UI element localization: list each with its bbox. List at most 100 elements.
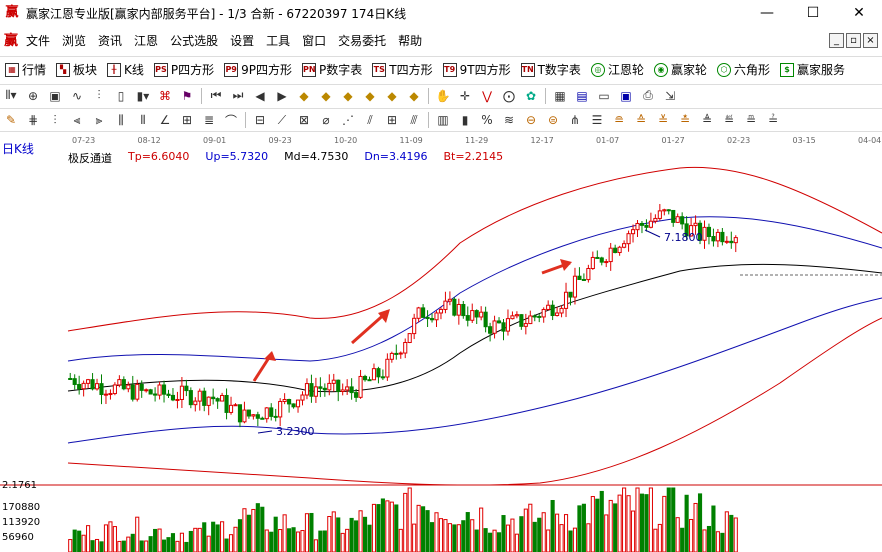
- pattern-icon[interactable]: ⌘: [154, 86, 176, 106]
- diamond-5-icon[interactable]: ◆: [381, 86, 403, 106]
- zoom-icon[interactable]: ⊕: [22, 86, 44, 106]
- crosshair-icon[interactable]: ✛: [454, 86, 476, 106]
- last-icon[interactable]: ⏭: [227, 86, 249, 106]
- menu-gann[interactable]: 江恩: [128, 30, 164, 52]
- cycle-2-icon[interactable]: ⊜: [542, 110, 564, 130]
- chart-type-icon[interactable]: ⫴▾: [0, 86, 22, 106]
- candle-icon[interactable]: ▯: [110, 86, 132, 106]
- diamond-6-icon[interactable]: ◆: [403, 86, 425, 106]
- fan-3-icon[interactable]: ⫸: [88, 110, 110, 130]
- data-icon[interactable]: ▤: [571, 86, 593, 106]
- volume-bar: [175, 540, 180, 552]
- line-fan-icon[interactable]: ⟋: [271, 110, 293, 130]
- diamond-4-icon[interactable]: ◆: [359, 86, 381, 106]
- palette-icon[interactable]: ✿: [520, 86, 542, 106]
- angle-icon[interactable]: ∠: [154, 110, 176, 130]
- steps-3-icon[interactable]: ≚: [652, 110, 674, 130]
- close-button[interactable]: ✕: [836, 0, 882, 26]
- bar-chart-icon[interactable]: ▮: [454, 110, 476, 130]
- menu-formula[interactable]: 公式选股: [164, 30, 224, 52]
- steps-8-icon[interactable]: ≟: [762, 110, 784, 130]
- save-icon[interactable]: ▣: [615, 86, 637, 106]
- toolbar-gann-wheel-button[interactable]: ◎ 江恩轮: [586, 58, 649, 82]
- fan-5-icon[interactable]: ⫴: [132, 110, 154, 130]
- toolbar-9p-square-button[interactable]: P9 9P四方形: [219, 58, 297, 82]
- first-icon[interactable]: ⏮: [205, 86, 227, 106]
- steps-1-icon[interactable]: ≘: [608, 110, 630, 130]
- calendar2-icon[interactable]: ▦: [549, 86, 571, 106]
- bars-icon[interactable]: ⫶: [88, 86, 110, 106]
- menu-tools[interactable]: 工具: [260, 30, 296, 52]
- menu-browse[interactable]: 浏览: [56, 30, 92, 52]
- toolbar-p-number-button[interactable]: PN P数字表: [297, 58, 367, 82]
- steps-5-icon[interactable]: ≜: [696, 110, 718, 130]
- mdi-restore-button[interactable]: ▫: [846, 33, 861, 48]
- candle-menu-icon[interactable]: ▮▾: [132, 86, 154, 106]
- toolbar-sector-button[interactable]: ▚ 板块: [51, 58, 102, 82]
- volume-bar: [715, 531, 720, 552]
- toolbar-kline-button[interactable]: ╫ K线: [102, 58, 149, 82]
- ruler-icon[interactable]: ≋: [498, 110, 520, 130]
- toolbar-quote-button[interactable]: ▦ 行情: [0, 58, 51, 82]
- arcs-icon[interactable]: ⌒: [220, 110, 242, 130]
- lines-icon[interactable]: ≣: [198, 110, 220, 130]
- toolbar-9t-square-button[interactable]: T9 9T四方形: [438, 58, 516, 82]
- pencil-icon[interactable]: ✎: [0, 110, 22, 130]
- table-icon[interactable]: ▥: [432, 110, 454, 130]
- grid-icon[interactable]: ⋕: [22, 110, 44, 130]
- box-icon[interactable]: ⊟: [249, 110, 271, 130]
- cycle-icon[interactable]: ⊖: [520, 110, 542, 130]
- hand-icon[interactable]: ✋: [432, 86, 454, 106]
- maximize-button[interactable]: ☐: [790, 0, 836, 26]
- steps-6-icon[interactable]: ≝: [718, 110, 740, 130]
- menu-settings[interactable]: 设置: [224, 30, 260, 52]
- steps-2-icon[interactable]: ≙: [630, 110, 652, 130]
- export-icon[interactable]: ⇲: [659, 86, 681, 106]
- toolbar-winner-wheel-button[interactable]: ◉ 赢家轮: [649, 58, 712, 82]
- menu-logo-icon[interactable]: 赢: [2, 32, 20, 50]
- flag-icon[interactable]: ⚑: [176, 86, 198, 106]
- fan-4-icon[interactable]: ⫼: [110, 110, 132, 130]
- percent-icon[interactable]: %: [476, 110, 498, 130]
- wave-count-icon[interactable]: ⋰: [337, 110, 359, 130]
- fan-2-icon[interactable]: ⫷: [66, 110, 88, 130]
- menu-trade[interactable]: 交易委托: [332, 30, 392, 52]
- screen-icon[interactable]: ▭: [593, 86, 615, 106]
- next-icon[interactable]: ▶: [271, 86, 293, 106]
- print-icon[interactable]: ⎙: [637, 86, 659, 106]
- fork-icon[interactable]: ⋔: [564, 110, 586, 130]
- channel-icon[interactable]: ⫽: [359, 110, 381, 130]
- fan-1-icon[interactable]: ⫶: [44, 110, 66, 130]
- kline-chart[interactable]: 07-23 08-12 09-01 09-23 10-20 11-09 11-29 12-17…: [0, 133, 882, 552]
- mdi-minimize-button[interactable]: _: [829, 33, 844, 48]
- toolbar-p-square-button[interactable]: PS P四方形: [149, 58, 219, 82]
- diamond-1-icon[interactable]: ◆: [293, 86, 315, 106]
- calendar-icon[interactable]: ▣: [44, 86, 66, 106]
- minimize-button[interactable]: —: [744, 0, 790, 26]
- matrix-icon[interactable]: ⊞: [381, 110, 403, 130]
- mdi-close-button[interactable]: ×: [863, 33, 878, 48]
- toolbar-hexagon-button[interactable]: ⬡ 六角形: [712, 58, 775, 82]
- diamond-3-icon[interactable]: ◆: [337, 86, 359, 106]
- diamond-2-icon[interactable]: ◆: [315, 86, 337, 106]
- ladder-icon[interactable]: ☰: [586, 110, 608, 130]
- menu-window[interactable]: 窗口: [296, 30, 332, 52]
- menu-file[interactable]: 文件: [20, 30, 56, 52]
- indicator-icon[interactable]: ⨀: [498, 86, 520, 106]
- toolbar-t-square-button[interactable]: TS T四方形: [367, 58, 437, 82]
- toolbar-service-button[interactable]: $ 赢家服务: [775, 58, 850, 82]
- trend-icon[interactable]: ⋁: [476, 86, 498, 106]
- toolbar-t-number-button[interactable]: TN T数字表: [516, 58, 586, 82]
- steps-4-icon[interactable]: ≛: [674, 110, 696, 130]
- kline-chart-area[interactable]: 07-23 08-12 09-01 09-23 10-20 11-09 11-29 12-17…: [0, 133, 882, 552]
- volume-bar: [193, 527, 198, 552]
- gann-box-icon[interactable]: ⊠: [293, 110, 315, 130]
- menu-help[interactable]: 帮助: [392, 30, 428, 52]
- spiral-icon[interactable]: ⌀: [315, 110, 337, 130]
- prev-icon[interactable]: ◀: [249, 86, 271, 106]
- wave-icon[interactable]: ∿: [66, 86, 88, 106]
- menu-info[interactable]: 资讯: [92, 30, 128, 52]
- fib-icon[interactable]: ⫻: [403, 110, 425, 130]
- circle-grid-icon[interactable]: ⊞: [176, 110, 198, 130]
- steps-7-icon[interactable]: ≞: [740, 110, 762, 130]
